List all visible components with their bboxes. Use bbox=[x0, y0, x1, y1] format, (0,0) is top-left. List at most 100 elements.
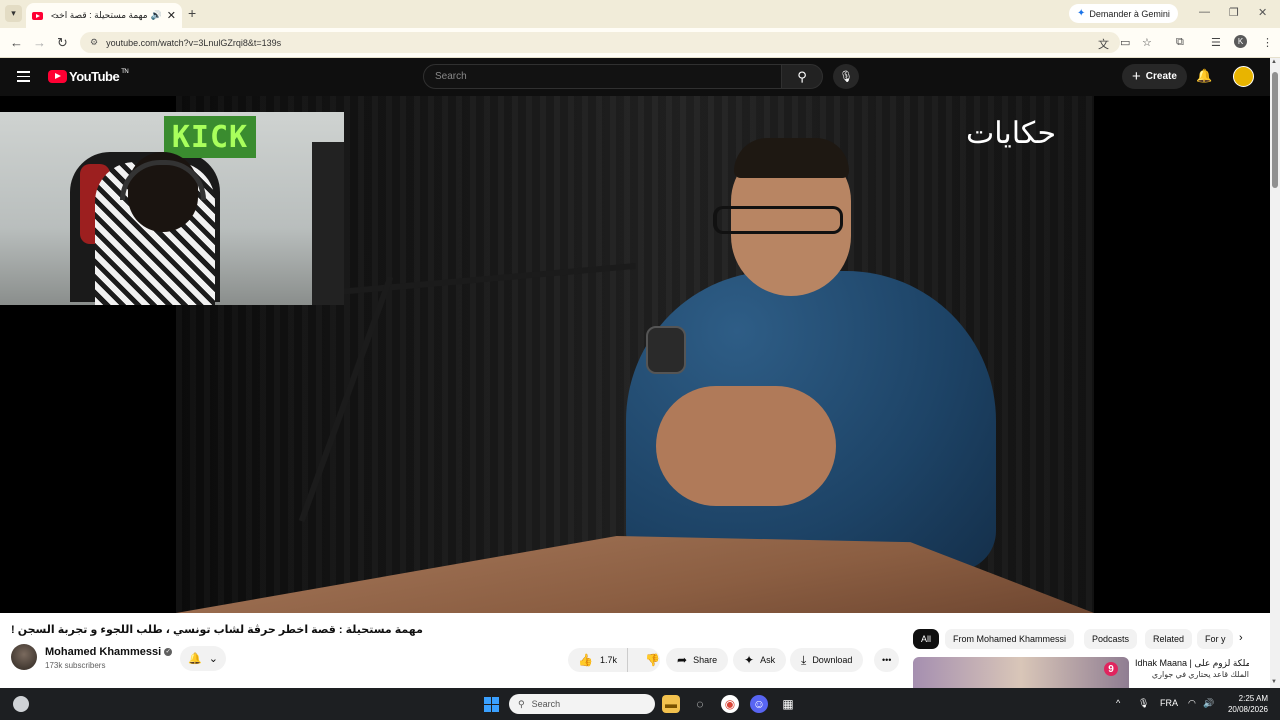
notifications-bell-icon[interactable]: 🔔 bbox=[1196, 68, 1212, 84]
tray-mic-icon[interactable]: 🎙 bbox=[1138, 698, 1149, 709]
new-tab-button[interactable]: + bbox=[188, 5, 196, 21]
close-window-icon[interactable]: ✕ bbox=[1258, 6, 1267, 19]
search-icon: ⚲ bbox=[797, 68, 807, 84]
discord-icon[interactable]: ☺ bbox=[750, 695, 768, 713]
search-icon: ⚲ bbox=[518, 698, 525, 709]
system-clock[interactable]: 2:25 AM 20/08/2026 bbox=[1225, 693, 1268, 715]
chip-for-you[interactable]: For y bbox=[1197, 629, 1233, 649]
gemini-button[interactable]: ✦ Demander à Gemini bbox=[1069, 4, 1178, 23]
ask-button[interactable]: ✦ Ask bbox=[733, 648, 787, 672]
windows-taskbar: ⚲ Search ▬ ◌ ◉ ☺ ▦ ^ 🎙 FRA ◠ 🔊 2:25 AM 2… bbox=[0, 688, 1280, 720]
channel-name-text: Mohamed Khammessi bbox=[45, 646, 162, 658]
vpn-app-icon[interactable]: ◌ bbox=[691, 695, 709, 713]
site-info-icon[interactable]: ⚙ bbox=[90, 37, 98, 48]
chevron-down-icon: ⌄ bbox=[208, 653, 218, 665]
subscriber-count: 173k subscribers bbox=[45, 661, 106, 670]
wifi-icon[interactable]: ◠ bbox=[1188, 698, 1196, 709]
download-label: Download bbox=[812, 655, 853, 665]
address-bar[interactable]: ⚙ youtube.com/watch?v=3LnulGZrqi8&t=139s bbox=[80, 32, 1120, 53]
translate-icon[interactable]: 文 bbox=[1098, 36, 1109, 52]
tab-search-button[interactable]: ▾ bbox=[5, 5, 22, 22]
start-button[interactable] bbox=[484, 697, 499, 712]
scroll-up-icon[interactable]: ▲ bbox=[1271, 59, 1277, 65]
search-input[interactable]: Search bbox=[423, 64, 782, 89]
thumbs-up-icon: 👍 bbox=[578, 653, 593, 667]
cast-icon[interactable]: ▭ bbox=[1120, 36, 1130, 49]
file-explorer-icon[interactable]: ▬ bbox=[662, 695, 680, 713]
forward-icon[interactable]: → bbox=[33, 35, 46, 50]
restore-icon[interactable]: ❐ bbox=[1229, 6, 1239, 19]
reload-icon[interactable]: ↻ bbox=[57, 35, 68, 51]
recommendation-subtitle[interactable]: الملك قاعد يحتاري في جواري bbox=[1135, 670, 1249, 679]
tray-overflow-icon[interactable]: ^ bbox=[1116, 698, 1120, 708]
search-button[interactable]: ⚲ bbox=[781, 64, 823, 89]
kick-sign: KICK bbox=[164, 116, 256, 158]
weather-widget-icon[interactable] bbox=[13, 696, 29, 712]
minimize-icon[interactable]: — bbox=[1199, 6, 1210, 18]
chip-all[interactable]: All bbox=[913, 629, 940, 649]
hamburger-menu-icon[interactable] bbox=[17, 71, 30, 85]
like-dislike-group: 👍 1.7k 👎 bbox=[568, 648, 660, 672]
speaker-hands bbox=[656, 386, 836, 506]
youtube-masthead: YouTube TN Search ⚲ 🎙 + Create 🔔 bbox=[0, 58, 1270, 96]
video-info-panel: مهمة مستحيلة : قصة اخطر حرڨة لشاب تونسي … bbox=[0, 613, 905, 688]
channel-watermark: حكايات bbox=[966, 116, 1056, 151]
video-player[interactable]: حكايات KICK bbox=[0, 96, 1270, 613]
profile-avatar[interactable]: K bbox=[1234, 35, 1247, 48]
terminal-app-icon[interactable]: ▦ bbox=[779, 695, 797, 713]
tab-title: مهمة مستحيلة : قصة اخطر bbox=[56, 10, 148, 20]
podcast-microphone bbox=[646, 326, 686, 374]
taskbar-search[interactable]: ⚲ Search bbox=[509, 694, 655, 714]
like-button[interactable]: 👍 1.7k bbox=[568, 648, 628, 672]
chevron-right-icon[interactable]: › bbox=[1239, 632, 1243, 644]
voice-search-button[interactable]: 🎙 bbox=[833, 64, 859, 89]
extensions-icon[interactable]: ⧉ bbox=[1176, 36, 1184, 49]
channel-avatar[interactable] bbox=[11, 644, 37, 670]
recommendation-thumbnail[interactable] bbox=[913, 657, 1129, 688]
download-button[interactable]: ⤓ Download bbox=[790, 648, 864, 672]
bookmark-star-icon[interactable]: ☆ bbox=[1142, 36, 1152, 49]
speaker-glasses bbox=[713, 206, 843, 234]
recommendation-title[interactable]: Idhak Maana | الملكة لزوم على bbox=[1135, 657, 1249, 669]
youtube-logo-text: YouTube bbox=[69, 69, 120, 84]
chip-related[interactable]: Related bbox=[1145, 629, 1193, 649]
share-arrow-icon: ➦ bbox=[677, 653, 688, 667]
verified-check-icon: ✓ bbox=[164, 648, 173, 657]
streamer-webcam-overlay: KICK bbox=[0, 112, 344, 305]
reading-list-icon[interactable]: ☰ bbox=[1211, 36, 1221, 49]
pc-tower bbox=[312, 142, 344, 305]
microphone-icon: 🎙 bbox=[839, 71, 853, 83]
chip-podcasts[interactable]: Podcasts bbox=[1084, 629, 1138, 649]
share-button[interactable]: ➦ Share bbox=[666, 648, 729, 672]
browser-menu-icon[interactable]: ⋮ bbox=[1262, 36, 1273, 49]
more-actions-button[interactable]: ••• bbox=[874, 648, 900, 672]
more-horizontal-icon: ••• bbox=[882, 655, 892, 665]
recommendations-panel: All From Mohamed Khammessi Podcasts Rela… bbox=[905, 613, 1270, 688]
back-icon[interactable]: ← bbox=[10, 35, 23, 50]
close-tab-icon[interactable]: ✕ bbox=[167, 9, 176, 22]
channel-name[interactable]: Mohamed Khammessi ✓ bbox=[45, 646, 173, 658]
scroll-down-icon[interactable]: ▼ bbox=[1271, 679, 1277, 685]
language-indicator[interactable]: FRA bbox=[1160, 698, 1178, 708]
sparkle-icon: ✦ bbox=[744, 653, 755, 667]
chrome-icon[interactable]: ◉ bbox=[721, 695, 739, 713]
clock-date: 20/08/2026 bbox=[1227, 705, 1268, 714]
ask-label: Ask bbox=[760, 655, 776, 665]
subscription-bell-button[interactable]: 🔔 ⌄ bbox=[180, 646, 226, 671]
download-icon: ⤓ bbox=[801, 652, 807, 667]
volume-icon[interactable]: 🔊 bbox=[1203, 698, 1214, 709]
account-avatar[interactable] bbox=[1233, 66, 1254, 87]
bell-icon: 🔔 bbox=[188, 653, 202, 665]
share-label: Share bbox=[693, 655, 718, 665]
taskbar-search-placeholder: Search bbox=[531, 699, 561, 709]
plus-icon: + bbox=[1132, 68, 1141, 85]
recommendation-badge: 9 bbox=[1104, 662, 1118, 676]
chip-from-channel[interactable]: From Mohamed Khammessi bbox=[945, 629, 1075, 649]
create-button[interactable]: + Create bbox=[1122, 64, 1187, 89]
browser-tab-active[interactable]: < مهمة مستحيلة : قصة اخطر 🔊 ✕ bbox=[26, 3, 182, 28]
create-label: Create bbox=[1145, 71, 1177, 82]
speaker-hair bbox=[734, 138, 849, 178]
scrollbar-thumb[interactable] bbox=[1272, 72, 1278, 188]
youtube-logo[interactable]: YouTube TN bbox=[48, 69, 129, 84]
speaker-icon[interactable]: 🔊 bbox=[151, 10, 162, 21]
